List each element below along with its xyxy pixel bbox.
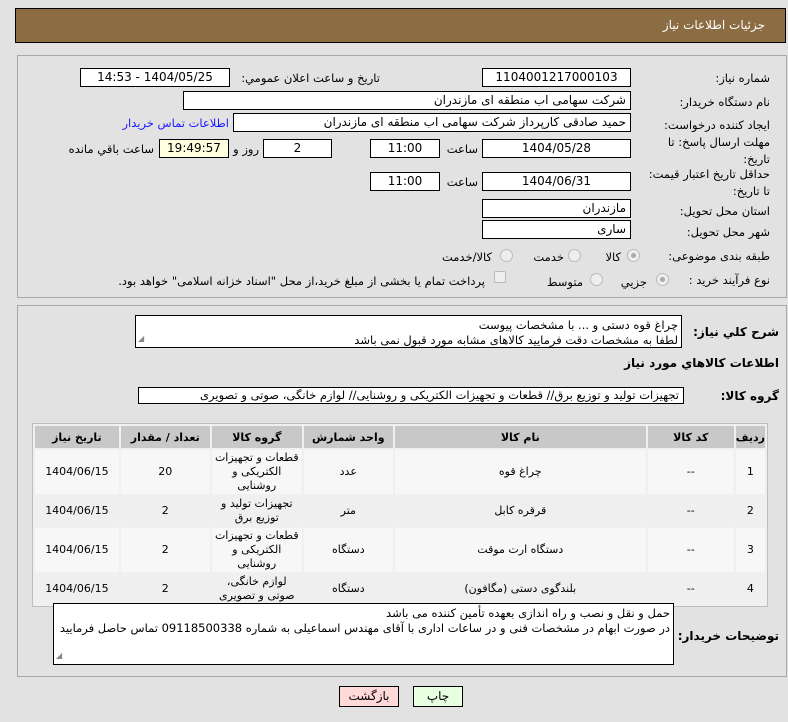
cell-date: 1404/06/15 xyxy=(35,450,119,494)
col-name: نام کالا xyxy=(394,426,646,448)
category-goods-service-label: کالا/خدمت xyxy=(441,250,492,264)
goods-group-label: گروه کالا: xyxy=(720,389,779,403)
goods-table: ردیف کد کالا نام کالا واحد شمارش گروه کا… xyxy=(32,423,768,607)
table-row: 4 -- بلندگوی دستی (مگافون) دستگاه لوازم … xyxy=(35,574,765,604)
cell-group: قطعات و تجهیزات الکتریکی و روشنایی xyxy=(211,528,302,572)
creator-field: حمید صادقی کارپرداز شرکت سهامی اب منطقه … xyxy=(233,113,631,132)
cell-qty: 20 xyxy=(120,450,210,494)
cell-qty: 2 xyxy=(120,496,210,526)
page-header: جزئیات اطلاعات نیاز xyxy=(15,8,786,43)
cell-code: -- xyxy=(647,496,734,526)
goods-group-field: تجهیزات تولید و توزیع برق// قطعات و تجهی… xyxy=(138,387,684,404)
cell-code: -- xyxy=(647,574,734,604)
category-radio-goods-service[interactable] xyxy=(500,249,513,262)
table-row: 3 -- دستگاه ارت موقت دستگاه قطعات و تجهی… xyxy=(35,528,765,572)
validity-label: حداقل تاریخ اعتبار قیمت: تا تاریخ: xyxy=(649,166,770,200)
buyer-org-field: شرکت سهامی اب منطقه ای مازندران xyxy=(183,91,631,110)
payment-checkbox[interactable] xyxy=(494,271,506,283)
buyer-notes-label: توضیحات خریدار: xyxy=(677,629,779,643)
cell-qty: 2 xyxy=(120,528,210,572)
table-row: 2 -- قرقره کابل متر تجهیزات تولید و توزی… xyxy=(35,496,765,526)
creator-label: ایجاد کننده درخواست: xyxy=(664,118,770,132)
payment-note: پرداخت تمام یا بخشی از مبلغ خرید،از محل … xyxy=(118,274,485,288)
validity-time-field: 11:00 xyxy=(370,172,440,191)
deadline-label-line1: مهلت ارسال پاسخ: تا xyxy=(667,135,770,149)
province-label: استان محل تحویل: xyxy=(679,204,770,218)
summary-line2: لطفا به مشخصات دقت فرمایید کالاهای مشابه… xyxy=(354,333,678,347)
announce-label: تاریخ و ساعت اعلان عمومي: xyxy=(241,71,380,85)
need-number-label: شماره نیاز: xyxy=(715,71,770,85)
deadline-date-field: 1404/05/28 xyxy=(482,139,631,158)
validity-label-line1: حداقل تاریخ اعتبار قیمت: xyxy=(648,167,770,181)
buyer-contact-link[interactable]: اطلاعات تماس خریدار xyxy=(122,115,229,131)
cell-name: دستگاه ارت موقت xyxy=(394,528,646,572)
validity-time-label: ساعت xyxy=(446,175,478,189)
col-row: ردیف xyxy=(735,426,765,448)
remaining-label: ساعت باقي مانده xyxy=(68,142,154,156)
category-radio-service[interactable] xyxy=(568,249,581,262)
deadline-time-field: 11:00 xyxy=(370,139,440,158)
buyer-notes-line1: حمل و نقل و نصب و راه اندازی بعهده تأمین… xyxy=(386,606,670,620)
buyer-notes-line2: در صورت ابهام در مشخصات فنی و در ساعات ا… xyxy=(59,621,670,635)
summary-line1: چراغ قوه دستی و ... با مشخصات پیوست xyxy=(478,318,678,332)
cell-code: -- xyxy=(647,528,734,572)
col-qty: تعداد / مقدار xyxy=(120,426,210,448)
print-button[interactable]: چاپ xyxy=(413,686,463,707)
cell-date: 1404/06/15 xyxy=(35,496,119,526)
cell-row: 4 xyxy=(735,574,765,604)
back-button[interactable]: بازگشت xyxy=(339,686,399,707)
cell-code: -- xyxy=(647,450,734,494)
resize-grip-icon[interactable]: ◢ xyxy=(56,648,62,663)
table-header-row: ردیف کد کالا نام کالا واحد شمارش گروه کا… xyxy=(35,426,765,448)
cell-row: 3 xyxy=(735,528,765,572)
city-field: ساری xyxy=(482,220,631,239)
days-field: 2 xyxy=(263,139,332,158)
category-label: طبقه بندی موضوعی: xyxy=(668,249,770,263)
cell-unit: دستگاه xyxy=(303,528,393,572)
cell-unit: دستگاه xyxy=(303,574,393,604)
announce-field: 1404/05/25 - 14:53 xyxy=(80,68,230,87)
process-label: نوع فرآیند خرید : xyxy=(688,273,770,287)
col-date: تاریخ نیاز xyxy=(35,426,119,448)
days-label: روز و xyxy=(233,142,259,156)
cell-unit: عدد xyxy=(303,450,393,494)
cell-name: قرقره کابل xyxy=(394,496,646,526)
process-radio-medium[interactable] xyxy=(590,273,603,286)
col-code: کد کالا xyxy=(647,426,734,448)
validity-date-field: 1404/06/31 xyxy=(482,172,631,191)
buyer-notes-textarea[interactable]: حمل و نقل و نصب و راه اندازی بعهده تأمین… xyxy=(53,603,674,665)
summary-textarea[interactable]: چراغ قوه دستی و ... با مشخصات پیوست لطفا… xyxy=(135,315,682,348)
cell-group: تجهیزات تولید و توزیع برق xyxy=(211,496,302,526)
cell-name: بلندگوی دستی (مگافون) xyxy=(394,574,646,604)
buyer-org-label: نام دستگاه خریدار: xyxy=(679,95,770,109)
col-group: گروه کالا xyxy=(211,426,302,448)
deadline-label: مهلت ارسال پاسخ: تا تاریخ: xyxy=(668,134,770,168)
process-minor-label: جزیي xyxy=(620,275,647,289)
cell-qty: 2 xyxy=(120,574,210,604)
cell-date: 1404/06/15 xyxy=(35,574,119,604)
deadline-time-label: ساعت xyxy=(446,142,478,156)
process-radio-minor[interactable] xyxy=(656,273,669,286)
province-field: مازندران xyxy=(482,199,631,218)
col-unit: واحد شمارش xyxy=(303,426,393,448)
city-label: شهر محل تحویل: xyxy=(686,225,770,239)
validity-label-line2: تا تاریخ: xyxy=(732,184,770,198)
remaining-time-field: 19:49:57 xyxy=(159,139,229,158)
cell-date: 1404/06/15 xyxy=(35,528,119,572)
cell-unit: متر xyxy=(303,496,393,526)
summary-label: شرح کلي نياز: xyxy=(693,325,779,339)
category-goods-label: کالا xyxy=(605,250,621,264)
cell-group: قطعات و تجهیزات الکتریکی و روشنایی xyxy=(211,450,302,494)
cell-group: لوازم خانگی، صوتی و تصویری xyxy=(211,574,302,604)
category-radio-goods[interactable] xyxy=(627,249,640,262)
cell-name: چراغ قوه xyxy=(394,450,646,494)
need-number-field: 1104001217000103 xyxy=(482,68,631,87)
resize-grip-icon[interactable]: ◢ xyxy=(138,331,144,346)
category-service-label: خدمت xyxy=(533,250,564,264)
cell-row: 1 xyxy=(735,450,765,494)
cell-row: 2 xyxy=(735,496,765,526)
process-medium-label: متوسط xyxy=(546,275,583,289)
goods-section-title: اطلاعات كالاهاي مورد نياز xyxy=(624,356,779,370)
table-row: 1 -- چراغ قوه عدد قطعات و تجهیزات الکتری… xyxy=(35,450,765,494)
